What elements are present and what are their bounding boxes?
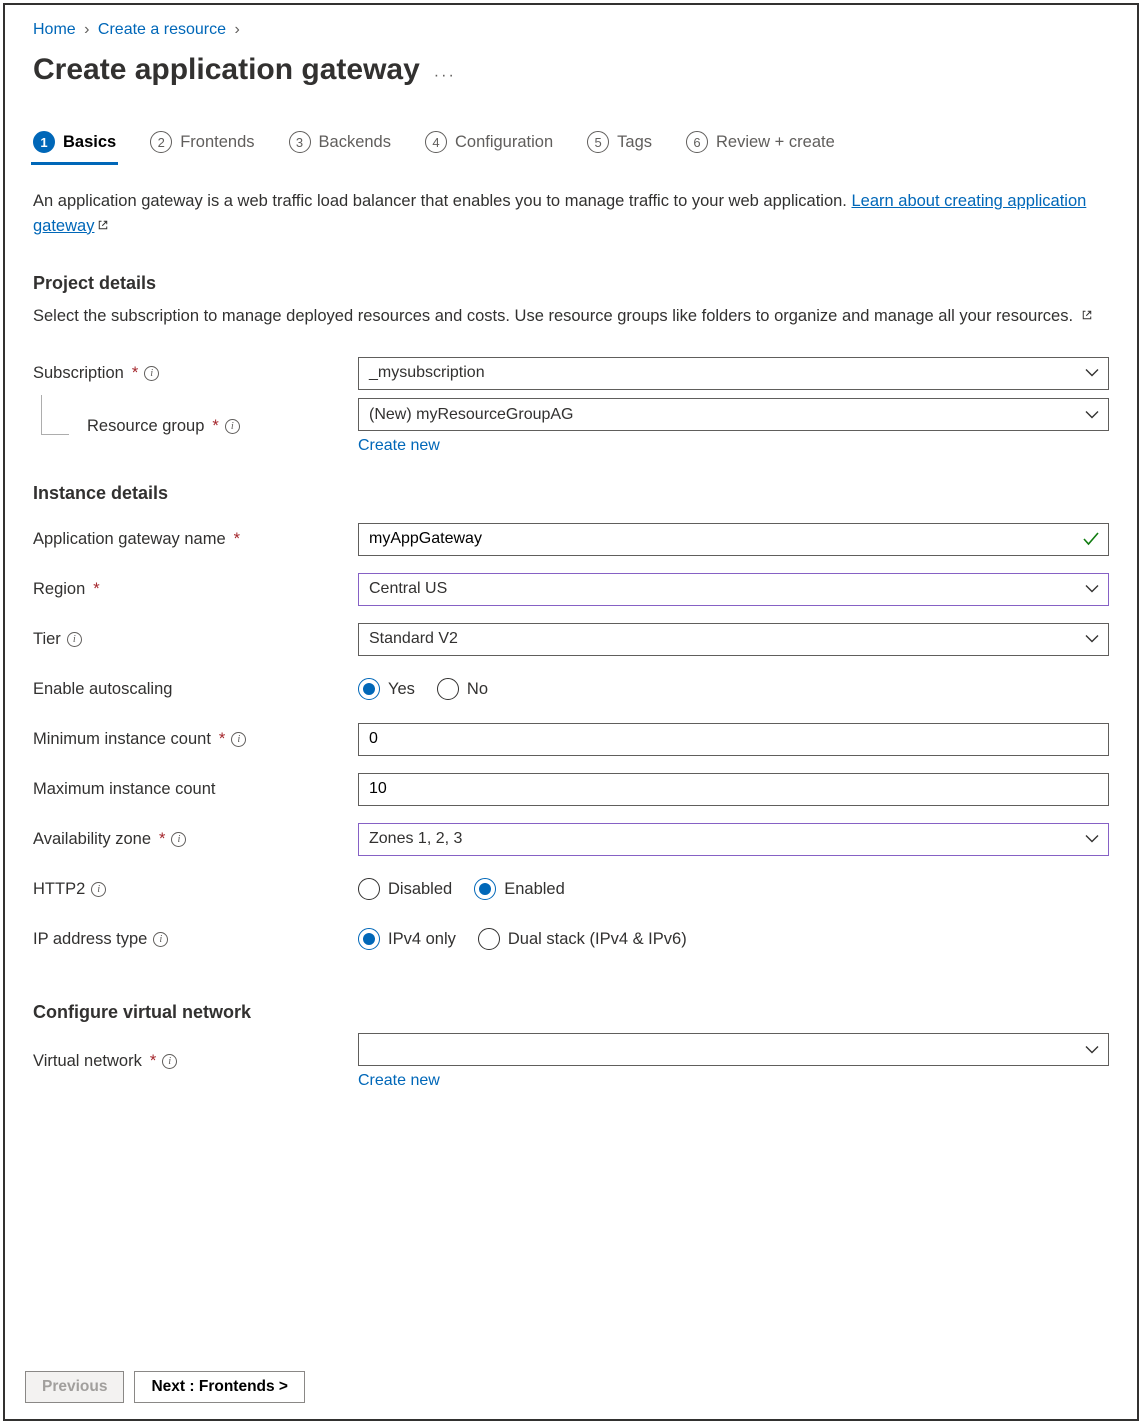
ipv4-only-radio[interactable]: IPv4 only xyxy=(358,928,456,950)
wizard-tabs: 1 Basics 2 Frontends 3 Backends 4 Config… xyxy=(33,127,1109,165)
subscription-label: Subscription xyxy=(33,364,124,383)
breadcrumb-home[interactable]: Home xyxy=(33,21,76,38)
radio-label: Yes xyxy=(388,680,415,699)
intro-text: An application gateway is a web traffic … xyxy=(33,189,1109,239)
app-gw-name-input[interactable] xyxy=(358,523,1109,556)
tab-label: Tags xyxy=(617,133,652,152)
breadcrumb-create-resource[interactable]: Create a resource xyxy=(98,21,226,38)
info-icon[interactable]: i xyxy=(153,932,168,947)
http2-enabled-radio[interactable]: Enabled xyxy=(474,878,565,900)
radio-label: Enabled xyxy=(504,880,565,899)
step-number-icon: 3 xyxy=(289,131,311,153)
autoscaling-no-radio[interactable]: No xyxy=(437,678,488,700)
min-instances-label: Minimum instance count xyxy=(33,730,211,749)
info-icon[interactable]: i xyxy=(162,1054,177,1069)
chevron-down-icon xyxy=(1085,410,1099,419)
http2-label: HTTP2 xyxy=(33,880,85,899)
resource-group-select[interactable]: (New) myResourceGroupAG xyxy=(358,398,1109,431)
region-label: Region xyxy=(33,580,85,599)
section-configure-vnet: Configure virtual network xyxy=(33,1002,1109,1023)
tab-backends[interactable]: 3 Backends xyxy=(289,127,391,165)
tab-frontends[interactable]: 2 Frontends xyxy=(150,127,254,165)
min-instances-input[interactable] xyxy=(358,723,1109,756)
app-gw-name-label: Application gateway name xyxy=(33,530,226,549)
subscription-select[interactable]: _mysubscription xyxy=(358,357,1109,390)
radio-label: Disabled xyxy=(388,880,452,899)
region-select[interactable]: Central US xyxy=(358,573,1109,606)
tab-review-create[interactable]: 6 Review + create xyxy=(686,127,835,165)
vnet-select[interactable] xyxy=(358,1033,1109,1066)
page-title: Create application gateway xyxy=(33,53,420,87)
tab-configuration[interactable]: 4 Configuration xyxy=(425,127,553,165)
ip-type-label: IP address type xyxy=(33,930,147,949)
next-button[interactable]: Next : Frontends > xyxy=(134,1371,305,1403)
chevron-down-icon xyxy=(1085,835,1099,844)
step-number-icon: 6 xyxy=(686,131,708,153)
autoscaling-yes-radio[interactable]: Yes xyxy=(358,678,415,700)
step-number-icon: 1 xyxy=(33,131,55,153)
section-project-details: Project details xyxy=(33,273,1109,294)
dual-stack-radio[interactable]: Dual stack (IPv4 & IPv6) xyxy=(478,928,687,950)
availability-zone-label: Availability zone xyxy=(33,830,151,849)
wizard-footer: Previous Next : Frontends > xyxy=(25,1371,305,1403)
create-new-vnet-link[interactable]: Create new xyxy=(358,1072,440,1090)
autoscaling-label: Enable autoscaling xyxy=(33,680,172,699)
wizard-frame: Home › Create a resource › Create applic… xyxy=(3,3,1139,1421)
availability-zone-select[interactable]: Zones 1, 2, 3 xyxy=(358,823,1109,856)
chevron-right-icon: › xyxy=(84,21,89,38)
external-link-icon xyxy=(1081,309,1093,321)
info-icon[interactable]: i xyxy=(225,419,240,434)
step-number-icon: 2 xyxy=(150,131,172,153)
info-icon[interactable]: i xyxy=(144,366,159,381)
intro-body: An application gateway is a web traffic … xyxy=(33,192,851,210)
section-instance-details: Instance details xyxy=(33,483,1109,504)
chevron-down-icon xyxy=(1085,635,1099,644)
tab-tags[interactable]: 5 Tags xyxy=(587,127,652,165)
max-instances-input[interactable] xyxy=(358,773,1109,806)
external-link-icon xyxy=(97,219,109,231)
previous-button[interactable]: Previous xyxy=(25,1371,124,1403)
tab-label: Frontends xyxy=(180,133,254,152)
resource-group-label: Resource group xyxy=(87,417,204,436)
info-icon[interactable]: i xyxy=(67,632,82,647)
tab-label: Backends xyxy=(319,133,391,152)
step-number-icon: 4 xyxy=(425,131,447,153)
tab-label: Review + create xyxy=(716,133,835,152)
info-icon[interactable]: i xyxy=(91,882,106,897)
vnet-label: Virtual network xyxy=(33,1052,142,1071)
tree-branch-icon xyxy=(41,395,69,435)
more-icon[interactable]: ··· xyxy=(434,67,456,85)
tab-label: Basics xyxy=(63,133,116,152)
checkmark-icon xyxy=(1083,532,1099,546)
http2-disabled-radio[interactable]: Disabled xyxy=(358,878,452,900)
radio-label: IPv4 only xyxy=(388,930,456,949)
info-icon[interactable]: i xyxy=(231,732,246,747)
step-number-icon: 5 xyxy=(587,131,609,153)
radio-label: Dual stack (IPv4 & IPv6) xyxy=(508,930,687,949)
create-new-rg-link[interactable]: Create new xyxy=(358,437,440,455)
project-details-desc: Select the subscription to manage deploy… xyxy=(33,304,1109,329)
chevron-right-icon: › xyxy=(234,21,239,38)
tier-label: Tier xyxy=(33,630,61,649)
chevron-down-icon xyxy=(1085,585,1099,594)
max-instances-label: Maximum instance count xyxy=(33,780,216,799)
tier-select[interactable]: Standard V2 xyxy=(358,623,1109,656)
radio-label: No xyxy=(467,680,488,699)
tab-basics[interactable]: 1 Basics xyxy=(33,127,116,165)
chevron-down-icon xyxy=(1085,1045,1099,1054)
chevron-down-icon xyxy=(1085,369,1099,378)
breadcrumb: Home › Create a resource › xyxy=(33,17,1109,49)
tab-label: Configuration xyxy=(455,133,553,152)
info-icon[interactable]: i xyxy=(171,832,186,847)
